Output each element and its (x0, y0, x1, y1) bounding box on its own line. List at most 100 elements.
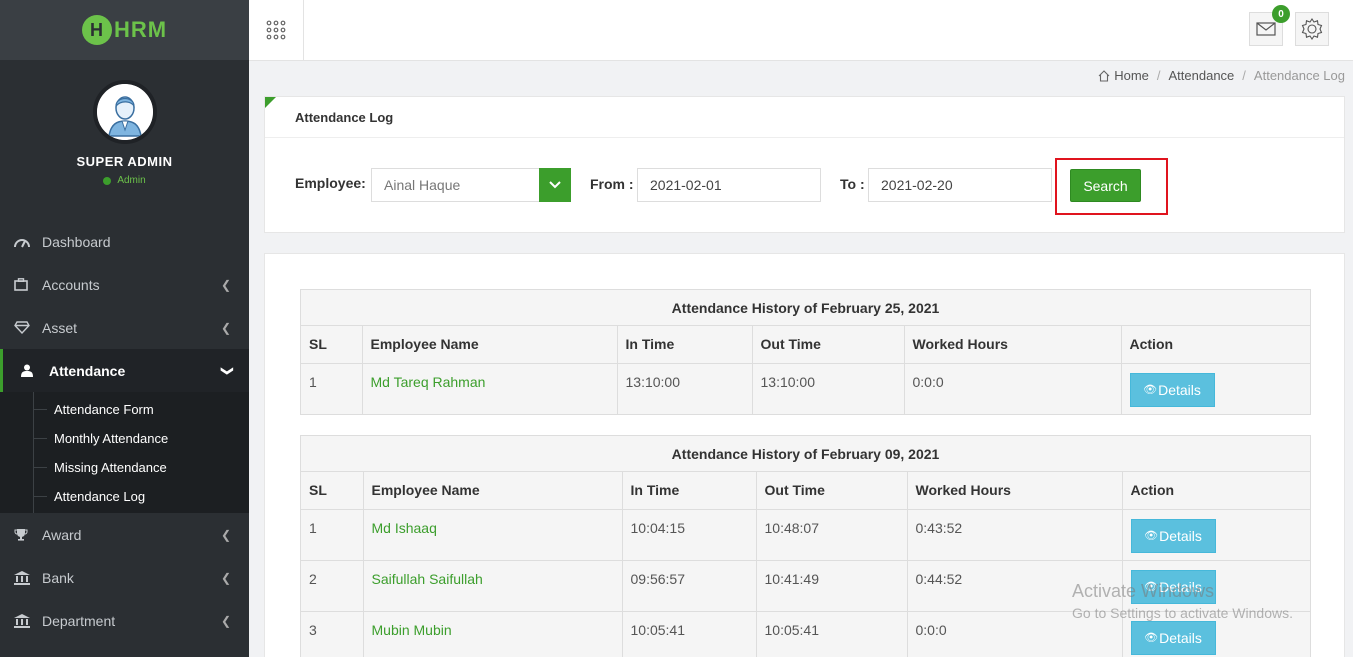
nav-attendance[interactable]: Attendance ❮ (0, 349, 249, 392)
cell-in-time: 13:10:00 (617, 363, 753, 414)
nav-award[interactable]: Award ❮ (0, 513, 249, 556)
employee-select[interactable]: Ainal Haque (371, 168, 541, 202)
nav-dashboard[interactable]: Dashboard (0, 220, 249, 263)
employee-select-toggle[interactable] (539, 168, 571, 202)
breadcrumb: Home / Attendance / Attendance Log (1098, 68, 1345, 83)
col-out-time: Out Time (756, 472, 908, 510)
filter-card-title: Attendance Log (265, 97, 1344, 138)
breadcrumb-separator: / (1156, 68, 1161, 83)
breadcrumb-home[interactable]: Home (1098, 68, 1149, 83)
nav-bank[interactable]: Bank ❮ (0, 556, 249, 599)
eye-icon: 👁 (1144, 632, 1159, 644)
diamond-icon (14, 321, 42, 334)
cell-sl: 2 (301, 560, 364, 612)
history-table: SL Employee Name In Time Out Time Worked… (301, 326, 1310, 414)
col-sl: SL (301, 326, 363, 364)
topbar: 0 (249, 0, 1353, 61)
card-corner-accent (265, 97, 276, 108)
breadcrumb-attendance[interactable]: Attendance (1169, 68, 1235, 83)
from-label: From : (590, 176, 634, 192)
windows-activation-hint: Go to Settings to activate Windows. (1072, 605, 1293, 621)
history-block: Attendance History of February 25, 2021 … (300, 289, 1311, 415)
nav-asset-label: Asset (42, 319, 78, 336)
cell-in-time: 10:05:41 (622, 611, 757, 657)
from-date-input[interactable]: 2021-02-01 (637, 168, 821, 202)
sub-attendance-form[interactable]: Attendance Form (0, 395, 249, 424)
breadcrumb-separator: / (1242, 68, 1246, 83)
trophy-icon (14, 528, 42, 541)
details-label: Details (1159, 527, 1202, 544)
cell-in-time: 10:04:15 (622, 509, 757, 561)
cell-employee-name[interactable]: Md Tareq Rahman (362, 363, 618, 414)
breadcrumb-current: Attendance Log (1253, 68, 1345, 83)
mail-count-badge: 0 (1272, 5, 1290, 23)
nav-accounts-label: Accounts (42, 276, 100, 293)
chevron-left-icon: ❮ (220, 277, 231, 292)
col-employee-name: Employee Name (363, 472, 623, 510)
history-title: Attendance History of February 09, 2021 (301, 436, 1310, 472)
avatar[interactable] (92, 80, 157, 144)
eye-icon: 👁 (1144, 530, 1159, 542)
col-worked-hours: Worked Hours (907, 472, 1123, 510)
cell-out-time: 10:41:49 (756, 560, 908, 612)
cell-employee-name[interactable]: Mubin Mubin (363, 611, 623, 657)
col-in-time: In Time (622, 472, 757, 510)
apps-grid-button[interactable] (249, 0, 304, 60)
logo-text: HRM (113, 17, 168, 42)
nav-department[interactable]: Department ❮ (0, 599, 249, 642)
user-profile: SUPER ADMIN Admin (0, 60, 249, 220)
user-icon (21, 364, 49, 377)
envelope-icon (1256, 22, 1276, 36)
chevron-down-icon (549, 181, 561, 189)
table-header-row: SL Employee Name In Time Out Time Worked… (301, 472, 1310, 510)
windows-activation-watermark: Activate Windows (1072, 581, 1215, 601)
cell-sl: 3 (301, 611, 364, 657)
to-date-input[interactable]: 2021-02-20 (868, 168, 1052, 202)
search-button[interactable]: Search (1070, 169, 1141, 202)
table-row: 1 Md Ishaaq 10:04:15 10:48:07 0:43:52 👁 D… (301, 509, 1310, 561)
nav-attendance-label: Attendance (49, 362, 126, 379)
home-icon (1098, 69, 1110, 82)
cell-out-time: 10:05:41 (756, 611, 908, 657)
details-button[interactable]: 👁 Details (1130, 620, 1216, 655)
cell-sl: 1 (301, 363, 363, 414)
col-sl: SL (301, 472, 364, 510)
sub-missing-attendance[interactable]: Missing Attendance (0, 453, 249, 482)
details-button[interactable]: 👁 Details (1130, 518, 1216, 553)
details-label: Details (1159, 629, 1202, 646)
apps-grid-icon (266, 20, 286, 40)
chevron-left-icon: ❮ (220, 613, 231, 628)
history-title: Attendance History of February 25, 2021 (301, 290, 1310, 326)
nav-bank-label: Bank (42, 569, 74, 586)
cell-worked-hours: 0:43:52 (907, 509, 1123, 561)
nav-dashboard-label: Dashboard (42, 233, 111, 250)
settings-button[interactable] (1295, 12, 1329, 46)
cell-in-time: 09:56:57 (622, 560, 757, 612)
eye-icon: 👁 (1143, 384, 1158, 396)
sub-monthly-attendance[interactable]: Monthly Attendance (0, 424, 249, 453)
cell-out-time: 10:48:07 (756, 509, 908, 561)
nav-asset[interactable]: Asset ❮ (0, 306, 249, 349)
col-out-time: Out Time (752, 326, 905, 364)
col-employee-name: Employee Name (362, 326, 618, 364)
chevron-down-icon: ❮ (218, 365, 233, 376)
cell-employee-name[interactable]: Md Ishaaq (363, 509, 623, 561)
nav-accounts[interactable]: Accounts ❮ (0, 263, 249, 306)
nav-award-label: Award (42, 526, 82, 543)
profile-name: SUPER ADMIN (76, 154, 173, 169)
briefcase-icon (14, 278, 42, 291)
employee-label: Employee: (295, 175, 366, 191)
cell-employee-name[interactable]: Saifullah Saifullah (363, 560, 623, 612)
table-row: 1 Md Tareq Rahman 13:10:00 13:10:00 0:0:… (301, 363, 1310, 414)
mail-button[interactable]: 0 (1249, 5, 1290, 46)
gear-icon (1301, 18, 1323, 40)
app-logo[interactable]: H HRM (81, 15, 168, 45)
logo-bar: H HRM (0, 0, 249, 60)
details-button[interactable]: 👁 Details (1129, 372, 1215, 407)
nav-department-label: Department (42, 612, 116, 629)
sub-attendance-log[interactable]: Attendance Log (0, 482, 249, 511)
to-label: To : (840, 176, 865, 192)
col-in-time: In Time (617, 326, 753, 364)
chevron-left-icon: ❮ (220, 527, 231, 542)
profile-role: Admin (103, 175, 146, 186)
